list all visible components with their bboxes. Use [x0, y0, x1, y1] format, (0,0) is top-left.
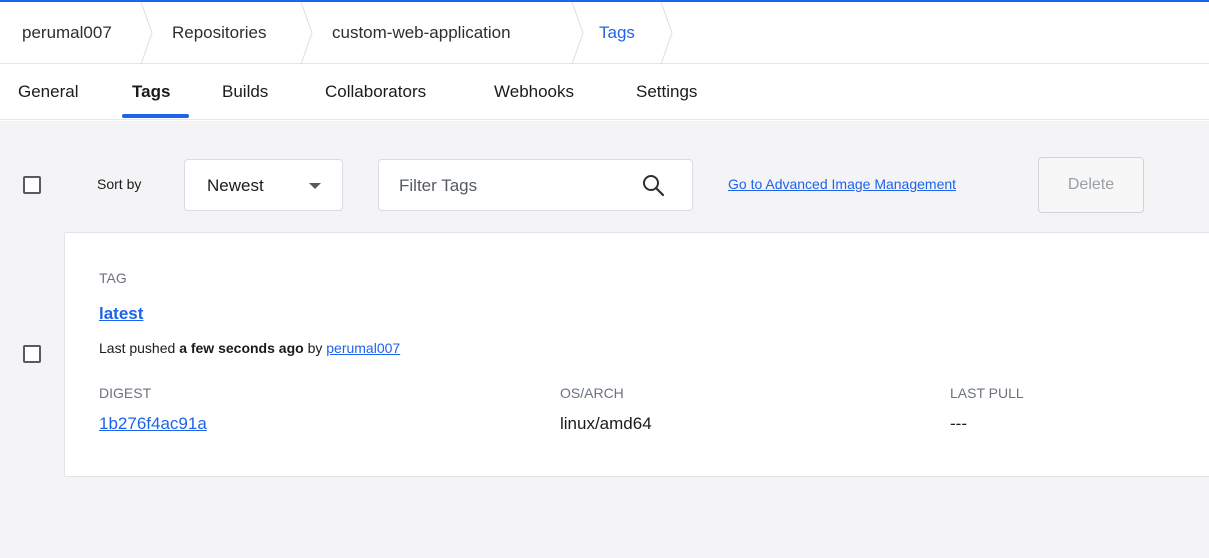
active-tab-indicator	[122, 114, 189, 118]
pushed-prefix: Last pushed	[99, 340, 176, 356]
filter-tags-input[interactable]	[399, 174, 629, 198]
filter-tags-field[interactable]	[378, 159, 693, 211]
tag-column-header: TAG	[99, 270, 127, 286]
breadcrumb-item-namespace[interactable]: perumal007	[22, 2, 112, 64]
osarch-value: linux/amd64	[560, 414, 652, 433]
pushed-user-link[interactable]: perumal007	[326, 340, 400, 356]
tag-row-checkbox[interactable]	[23, 345, 41, 363]
tab-settings[interactable]: Settings	[636, 64, 697, 120]
breadcrumb-separator-icon	[571, 2, 585, 64]
sort-select-value: Newest	[207, 176, 264, 195]
breadcrumb-separator-icon	[140, 2, 154, 64]
advanced-image-management-link[interactable]: Go to Advanced Image Management	[728, 176, 956, 192]
sort-by-label: Sort by	[97, 176, 142, 192]
delete-button[interactable]: Delete	[1038, 157, 1144, 213]
digest-link[interactable]: 1b276f4ac91a	[99, 414, 207, 434]
last-pushed-info: Last pushed a few seconds ago by perumal…	[99, 340, 400, 356]
tab-builds[interactable]: Builds	[222, 64, 268, 120]
pushed-by: by	[307, 340, 323, 356]
search-icon[interactable]	[641, 173, 665, 202]
tab-general[interactable]: General	[18, 64, 78, 120]
last-pull-header: LAST PULL	[950, 385, 1024, 401]
breadcrumb: perumal007 Repositories custom-web-appli…	[0, 2, 1209, 64]
pushed-time: a few seconds ago	[179, 340, 304, 356]
repository-tabs: General Tags Builds Collaborators Webhoo…	[0, 64, 1209, 120]
digest-header: DIGEST	[99, 385, 152, 401]
tab-collaborators[interactable]: Collaborators	[325, 64, 426, 120]
breadcrumb-separator-icon	[300, 2, 314, 64]
last-pull-value: ---	[950, 414, 967, 433]
sort-select[interactable]: Newest	[184, 159, 343, 211]
tag-name-link[interactable]: latest	[99, 304, 143, 324]
breadcrumb-item-repository[interactable]: custom-web-application	[332, 2, 511, 64]
breadcrumb-item-current: Tags	[599, 23, 635, 42]
tab-tags[interactable]: Tags	[132, 64, 170, 120]
osarch-header: OS/ARCH	[560, 385, 624, 401]
select-all-checkbox[interactable]	[23, 176, 41, 194]
caret-down-icon	[309, 183, 321, 189]
tab-webhooks[interactable]: Webhooks	[494, 64, 574, 120]
breadcrumb-separator-icon	[660, 2, 674, 64]
breadcrumb-item-repositories[interactable]: Repositories	[172, 2, 267, 64]
